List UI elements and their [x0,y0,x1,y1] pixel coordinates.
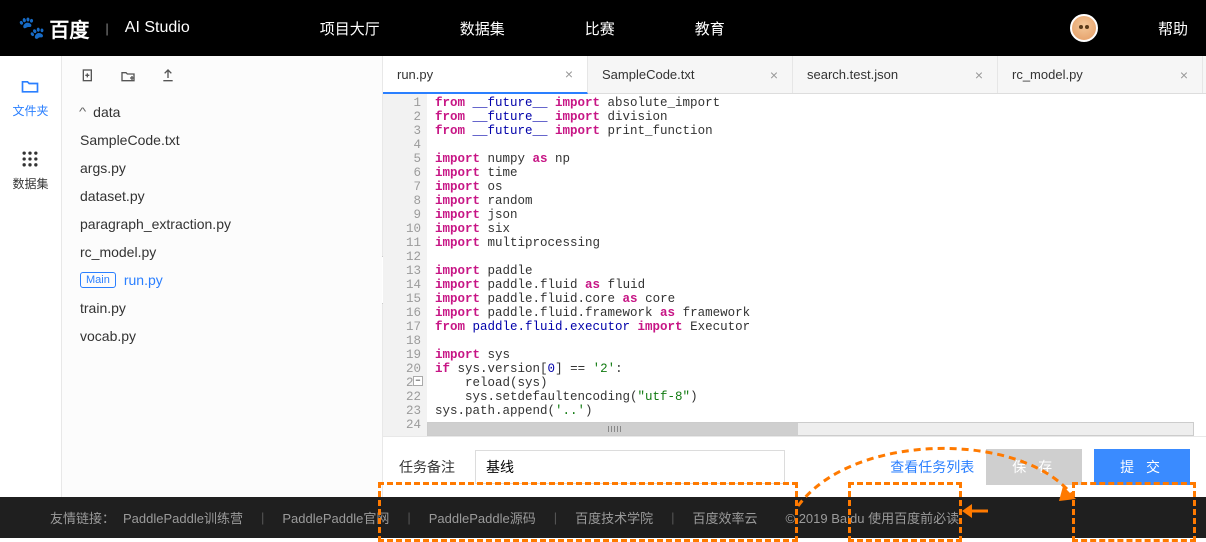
close-icon[interactable]: × [1180,67,1188,83]
file-item[interactable]: SampleCode.txt [62,126,382,154]
file-panel: data SampleCode.txt args.py dataset.py p… [62,56,382,497]
bottom-bar: 任务备注 查看任务列表 保 存 提 交 [383,436,1206,497]
nav-projects[interactable]: 项目大厅 [320,18,380,39]
baidu-logo: 🐾百度 [18,14,89,43]
left-rail: 文件夹 数据集 [0,56,62,497]
close-icon[interactable]: × [565,66,573,82]
footer-link[interactable]: PaddlePaddle训练营 [123,508,243,527]
product-name: AI Studio [125,19,190,37]
save-button[interactable]: 保 存 [986,449,1082,485]
file-item[interactable]: args.py [62,154,382,182]
grid-icon [20,149,40,169]
nav-right: 帮助 [1070,14,1188,42]
tab-run-py[interactable]: run.py× [383,56,588,94]
footer-link[interactable]: 百度效率云 [693,508,758,527]
new-folder-icon[interactable] [120,68,136,84]
tab-search-json[interactable]: search.test.json× [793,56,998,93]
rail-datasets-label: 数据集 [12,175,48,192]
main-area: 文件夹 数据集 data SampleCode.txt args.py data… [0,56,1206,497]
tab-samplecode[interactable]: SampleCode.txt× [588,56,793,93]
file-toolbar [62,56,382,96]
folder-label: data [93,104,120,120]
code-content[interactable]: from __future__ import absolute_importfr… [427,94,1206,436]
nav-education[interactable]: 教育 [695,18,725,39]
footer-copyright: © 2019 Baidu 使用百度前必读 [786,508,960,527]
footer: 友情链接： PaddlePaddle训练营| PaddlePaddle官网| P… [0,497,1206,538]
nav-items: 项目大厅 数据集 比赛 教育 [320,18,725,39]
file-list: data SampleCode.txt args.py dataset.py p… [62,96,382,352]
nav-competition[interactable]: 比赛 [585,18,615,39]
footer-link[interactable]: PaddlePaddle源码 [429,508,536,527]
file-item[interactable]: vocab.py [62,322,382,350]
file-folder-data[interactable]: data [62,98,382,126]
new-file-icon[interactable] [80,68,96,84]
paw-icon: 🐾 [18,15,45,41]
file-item-main[interactable]: Mainrun.py [62,266,382,294]
close-icon[interactable]: × [975,67,983,83]
file-item[interactable]: dataset.py [62,182,382,210]
logo-separator: | [105,21,108,36]
editor-column: ◀ run.py× SampleCode.txt× search.test.js… [382,56,1206,497]
scrollbar-thumb[interactable] [428,423,798,435]
footer-link[interactable]: 百度技术学院 [575,508,653,527]
folder-icon [20,76,40,96]
editor-tabs: run.py× SampleCode.txt× search.test.json… [383,56,1206,94]
tab-rc-model[interactable]: rc_model.py× [998,56,1203,93]
footer-link[interactable]: PaddlePaddle官网 [282,508,389,527]
footer-prefix: 友情链接： [50,508,115,527]
baidu-text: 百度 [49,14,89,43]
view-task-list-link[interactable]: 查看任务列表 [890,457,974,477]
file-item[interactable]: paragraph_extraction.py [62,210,382,238]
top-nav: 🐾百度 | AI Studio 项目大厅 数据集 比赛 教育 帮助 [0,0,1206,56]
fold-icon[interactable]: − [413,376,423,386]
task-note-label: 任务备注 [399,457,455,477]
task-note-input[interactable] [475,450,785,484]
main-badge: Main [80,272,116,288]
rail-files-label: 文件夹 [12,102,48,119]
avatar[interactable] [1070,14,1098,42]
logo-block: 🐾百度 | AI Studio [18,14,190,43]
horizontal-scrollbar[interactable] [427,422,1194,436]
nav-help[interactable]: 帮助 [1158,18,1188,39]
nav-datasets[interactable]: 数据集 [460,18,505,39]
submit-button[interactable]: 提 交 [1094,449,1190,485]
upload-icon[interactable] [160,68,176,84]
rail-datasets[interactable]: 数据集 [12,149,48,192]
code-editor[interactable]: 123456789101112131415161718192021222324 … [383,94,1206,436]
close-icon[interactable]: × [770,67,778,83]
file-item[interactable]: rc_model.py [62,238,382,266]
rail-files[interactable]: 文件夹 [12,76,48,119]
file-item[interactable]: train.py [62,294,382,322]
